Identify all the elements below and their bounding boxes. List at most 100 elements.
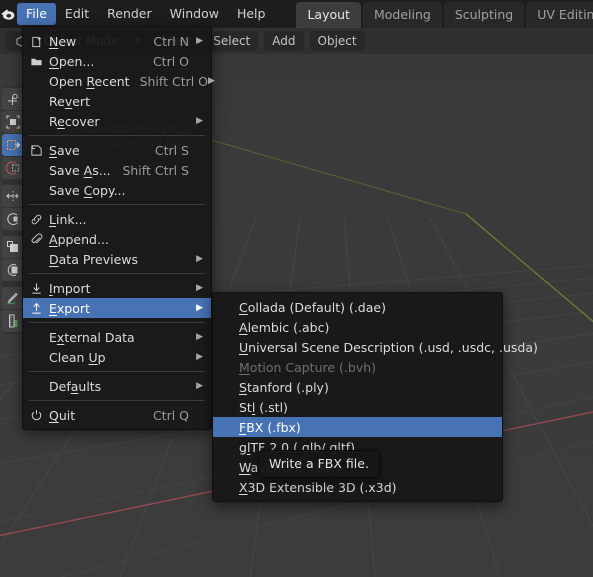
export-item-collada[interactable]: Collada (Default) (.dae) (213, 297, 502, 317)
file-menu-item-link[interactable]: Link... (23, 209, 211, 229)
file-menu-item-save[interactable]: Save Ctrl S (23, 140, 211, 160)
menu-file[interactable]: File (17, 3, 56, 25)
file-menu-item-open-label: Open... (49, 53, 95, 69)
no-icon (23, 180, 49, 200)
file-menu-item-open-recent-label: Open Recent (49, 73, 130, 89)
transform-icon (6, 212, 20, 226)
file-menu-item-save-as[interactable]: Save As... Shift Ctrl S (23, 160, 211, 180)
transform-tool[interactable] (2, 208, 24, 230)
measure-icon (6, 263, 20, 277)
file-menu-item-recover-label: Recover (49, 113, 100, 129)
cursor-icon (6, 92, 20, 106)
no-icon (23, 111, 49, 131)
file-menu-item-quit[interactable]: Quit Ctrl Q (23, 405, 211, 425)
export-item-x3d-label: X3D Extensible 3D (.x3d) (239, 479, 397, 495)
export-item-stl-label: Stl (.stl) (239, 399, 288, 415)
file-menu-item-import[interactable]: Import ▶ (23, 278, 211, 298)
menu-separator (29, 322, 205, 323)
ruler-tool[interactable] (2, 310, 24, 332)
export-item-alembic-label: Alembic (.abc) (239, 319, 330, 335)
tab-layout[interactable]: Layout (296, 2, 361, 28)
file-menu-item-append[interactable]: Append... (23, 229, 211, 249)
export-item-x3d[interactable]: X3D Extensible 3D (.x3d) (213, 477, 502, 497)
file-menu-item-data-previews-label: Data Previews (49, 251, 139, 267)
export-item-stanford-label: Stanford (.ply) (239, 379, 329, 395)
menu-help[interactable]: Help (228, 3, 275, 25)
file-menu-item-clean-up[interactable]: Clean Up ▶ (23, 347, 211, 367)
file-menu-item-new-label: New (49, 33, 77, 49)
menu-separator (29, 371, 205, 372)
menu-window[interactable]: Window (161, 3, 228, 25)
export-item-stl[interactable]: Stl (.stl) (213, 397, 502, 417)
submenu-arrow-icon: ▶ (196, 36, 203, 46)
move-icon (6, 138, 20, 152)
blender-logo-icon[interactable] (0, 0, 17, 28)
topbar: File Edit Render Window Help Layout Mode… (0, 0, 593, 28)
file-menu-item-open[interactable]: Open... Ctrl O (23, 51, 211, 71)
file-menu-item-recover[interactable]: Recover ▶ (23, 111, 211, 131)
no-icon (23, 71, 49, 91)
tab-uv-editing[interactable]: UV Editing (526, 2, 593, 28)
no-icon (23, 249, 49, 269)
export-item-stanford[interactable]: Stanford (.ply) (213, 377, 502, 397)
file-menu-item-new[interactable]: New Ctrl N ▶ (23, 31, 211, 51)
measure-tool[interactable] (2, 259, 24, 281)
file-menu-item-save-copy[interactable]: Save Copy... (23, 180, 211, 200)
file-menu-item-save-shortcut: Ctrl S (154, 142, 189, 158)
file-menu-item-defaults[interactable]: Defaults ▶ (23, 376, 211, 396)
menu-separator (29, 400, 205, 401)
export-item-collada-label: Collada (Default) (.dae) (239, 299, 386, 315)
file-menu-item-revert-label: Revert (49, 93, 90, 109)
import-arrow-icon (23, 278, 49, 298)
submenu-arrow-icon: ▶ (196, 254, 203, 264)
file-menu-item-export[interactable]: Export ▶ (23, 298, 211, 318)
no-icon (23, 160, 49, 180)
ruler-icon (6, 314, 20, 328)
rotate-tool[interactable] (2, 157, 24, 179)
cursor-tool[interactable] (2, 88, 24, 110)
file-menu-item-quit-label: Quit (49, 407, 76, 423)
file-menu-item-data-previews[interactable]: Data Previews ▶ (23, 249, 211, 269)
file-menu-item-open-recent[interactable]: Open Recent Shift Ctrl O ▶ (23, 71, 215, 91)
viewport-menu-object[interactable]: Object (309, 31, 365, 51)
paperclip-icon (23, 229, 49, 249)
file-menu-item-external-data-label: External Data (49, 329, 135, 345)
file-menu-item-revert[interactable]: Revert (23, 91, 211, 111)
export-item-alembic[interactable]: Alembic (.abc) (213, 317, 502, 337)
scale-icon (6, 189, 20, 203)
scale-tool[interactable] (2, 185, 24, 207)
file-menu-item-save-label: Save (49, 142, 80, 158)
annotate-pen-tool[interactable] (2, 287, 24, 309)
viewport-menu-add[interactable]: Add (264, 31, 304, 51)
no-icon (23, 347, 49, 367)
tab-modeling[interactable]: Modeling (362, 2, 442, 28)
export-item-fbx[interactable]: FBX (.fbx) (213, 417, 502, 437)
file-menu-item-external-data[interactable]: External Data ▶ (23, 327, 211, 347)
export-item-usd[interactable]: Universal Scene Description (.usd, .usdc… (213, 337, 538, 357)
file-menu-item-clean-up-label: Clean Up (49, 349, 106, 365)
menu-edit[interactable]: Edit (56, 3, 98, 25)
viewport-toolbar (2, 86, 24, 334)
menu-separator (29, 204, 205, 205)
file-menu-item-quit-shortcut: Ctrl Q (152, 407, 189, 423)
link-icon (23, 209, 49, 229)
select-box-icon (6, 115, 20, 129)
submenu-arrow-icon: ▶ (196, 116, 203, 126)
rotate-icon (6, 161, 20, 175)
export-item-motion-capture: Motion Capture (.bvh) (213, 357, 502, 377)
submenu-arrow-icon: ▶ (208, 76, 215, 86)
file-menu-item-new-shortcut: Ctrl N (153, 33, 189, 49)
file-new-icon (23, 31, 49, 51)
file-menu-item-link-label: Link... (49, 211, 87, 227)
menu-render[interactable]: Render (98, 3, 161, 25)
annotate-tool[interactable] (2, 236, 24, 258)
power-icon (23, 405, 49, 425)
submenu-arrow-icon: ▶ (196, 283, 203, 293)
move-tool[interactable] (2, 134, 24, 156)
menu-separator (29, 273, 205, 274)
menu-separator (29, 135, 205, 136)
tab-sculpting[interactable]: Sculpting (443, 2, 525, 28)
viewport-menu-select[interactable]: Select (205, 31, 259, 51)
file-menu-item-save-copy-label: Save Copy... (49, 182, 126, 198)
select-box-tool[interactable] (2, 111, 24, 133)
